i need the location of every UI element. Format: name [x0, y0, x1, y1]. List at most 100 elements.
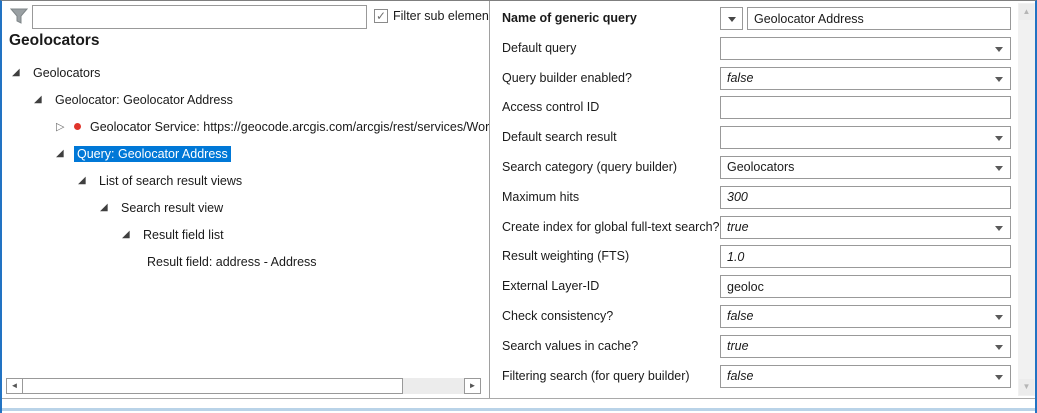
expand-collapse-icon[interactable]: ◢	[12, 67, 30, 78]
property-control	[720, 245, 1011, 269]
property-label: Check consistency?	[502, 308, 614, 323]
chevron-down-icon	[995, 314, 1003, 320]
property-text-input[interactable]	[747, 7, 1011, 30]
horizontal-scrollbar[interactable]: ◄ ►	[6, 378, 481, 394]
property-dropdown[interactable]: Geolocators	[720, 155, 1011, 179]
window-bottom-border	[2, 408, 1035, 411]
tree-item[interactable]: ◢ Result field list	[2, 221, 489, 248]
property-label: Search values in cache?	[502, 338, 639, 353]
dropdown-value: false	[727, 309, 754, 324]
property-dropdown[interactable]: true	[720, 334, 1011, 358]
geolocator-tree: ◢ Geolocators ◢ Geolocator: Geolocator Addr…	[2, 59, 489, 374]
tree-item[interactable]: ◢ Geolocators	[2, 59, 489, 86]
property-dropdown[interactable]: false	[720, 304, 1011, 328]
property-dropdown[interactable]: false	[720, 364, 1011, 388]
property-text-input[interactable]	[720, 185, 1011, 209]
property-label: Default search result	[502, 130, 617, 145]
property-control: true	[720, 334, 1011, 358]
tree-item[interactable]: ◢ List of search result views	[2, 167, 489, 194]
tree-item-label[interactable]: List of search result views	[96, 173, 245, 189]
name-dropdown-button[interactable]	[720, 7, 743, 30]
tree-item[interactable]: ◢ Search result view	[2, 194, 489, 221]
tree-item[interactable]: Result field: address - Address	[2, 248, 489, 275]
scroll-left-icon[interactable]: ◄	[6, 378, 23, 394]
tree-item-label[interactable]: Result field list	[140, 227, 227, 243]
expand-collapse-icon[interactable]: ◢	[56, 148, 74, 159]
property-row: Search category (query builder) Geolocato…	[490, 154, 1018, 184]
property-label: Name of generic query	[502, 11, 637, 25]
property-label: Access control ID	[502, 100, 600, 115]
filter-funnel-icon	[10, 8, 28, 24]
property-label: Search category (query builder)	[502, 159, 678, 174]
dropdown-value: false	[727, 71, 754, 86]
horizontal-scrollbar-thumb[interactable]	[23, 378, 403, 394]
property-control: true	[720, 215, 1011, 239]
property-text-input[interactable]	[720, 245, 1011, 269]
property-label: Query builder enabled?	[502, 70, 632, 85]
scroll-down-icon[interactable]: ▼	[1019, 379, 1034, 395]
panel-title: Geolocators	[9, 32, 100, 49]
property-control: Geolocators	[720, 155, 1011, 179]
expand-icon[interactable]: ▷	[56, 120, 74, 133]
filter-input[interactable]	[32, 5, 367, 29]
scroll-up-icon[interactable]: ▲	[1019, 4, 1034, 20]
tree-item-label[interactable]: Result field: address - Address	[144, 254, 320, 270]
tree-item-label[interactable]: Query: Geolocator Address	[74, 145, 231, 162]
property-control	[720, 275, 1011, 299]
app-window: { "colors": { "selection": "#0078d7", "w…	[0, 0, 1037, 413]
property-control	[720, 7, 1011, 30]
chevron-down-icon	[995, 136, 1003, 142]
property-row: Access control ID	[490, 94, 1018, 124]
main-content: ✓ Filter sub elements Geolocators ◢ Geolo…	[2, 1, 1035, 399]
property-row: Default search result	[490, 124, 1018, 154]
filter-sub-elements-checkbox[interactable]: ✓	[374, 9, 388, 23]
chevron-down-icon	[995, 165, 1003, 171]
dropdown-value: true	[727, 339, 749, 354]
tree-item-label[interactable]: Search result view	[118, 200, 226, 216]
property-control: false	[720, 66, 1011, 90]
vertical-scrollbar[interactable]: ▲ ▼	[1018, 3, 1035, 396]
scroll-right-icon[interactable]: ►	[464, 378, 481, 394]
property-dropdown[interactable]: false	[720, 66, 1011, 90]
property-control: false	[720, 364, 1011, 388]
property-rows: Name of generic query Default query Query …	[490, 5, 1018, 392]
property-row: Maximum hits	[490, 184, 1018, 214]
chevron-down-icon	[995, 225, 1003, 231]
property-label: Create index for global full-text search…	[502, 219, 720, 234]
expand-collapse-icon[interactable]: ◢	[100, 202, 118, 213]
property-row: Create index for global full-text search…	[490, 214, 1018, 244]
property-dropdown[interactable]: true	[720, 215, 1011, 239]
tree-item[interactable]: ▷ Geolocator Service: https://geocode.arc…	[2, 113, 489, 140]
property-label: External Layer-ID	[502, 279, 600, 294]
property-control	[720, 126, 1011, 150]
red-status-dot-icon	[74, 123, 81, 130]
property-label: Result weighting (FTS)	[502, 249, 630, 264]
property-text-input[interactable]	[720, 96, 1011, 120]
filter-checkbox-label: Filter sub elements	[393, 9, 489, 23]
property-row: Query builder enabled? false	[490, 65, 1018, 95]
tree-item[interactable]: ◢ Query: Geolocator Address	[2, 140, 489, 167]
filter-row: ✓ Filter sub elements	[2, 1, 489, 33]
tree-item-label[interactable]: Geolocator: Geolocator Address	[52, 92, 236, 108]
property-control	[720, 96, 1011, 120]
chevron-down-icon	[995, 344, 1003, 350]
horizontal-scrollbar-track[interactable]	[403, 378, 464, 394]
tree-panel: ✓ Filter sub elements Geolocators ◢ Geolo…	[2, 1, 489, 398]
expand-collapse-icon[interactable]: ◢	[34, 94, 52, 105]
property-text-input[interactable]	[720, 275, 1011, 299]
property-dropdown[interactable]	[720, 126, 1011, 150]
property-dropdown[interactable]	[720, 36, 1011, 60]
tree-item-label[interactable]: Geolocators	[30, 65, 103, 81]
property-row: External Layer-ID	[490, 273, 1018, 303]
chevron-down-icon	[995, 46, 1003, 52]
property-label: Maximum hits	[502, 189, 580, 204]
tree-item-label[interactable]: Geolocator Service: https://geocode.arcg…	[87, 119, 489, 135]
chevron-down-icon	[995, 374, 1003, 380]
property-row: Result weighting (FTS)	[490, 243, 1018, 273]
tree-item[interactable]: ◢ Geolocator: Geolocator Address	[2, 86, 489, 113]
property-row: Check consistency? false	[490, 303, 1018, 333]
dropdown-value: false	[727, 369, 754, 384]
expand-collapse-icon[interactable]: ◢	[122, 229, 140, 240]
chevron-down-icon	[728, 17, 736, 22]
expand-collapse-icon[interactable]: ◢	[78, 175, 96, 186]
